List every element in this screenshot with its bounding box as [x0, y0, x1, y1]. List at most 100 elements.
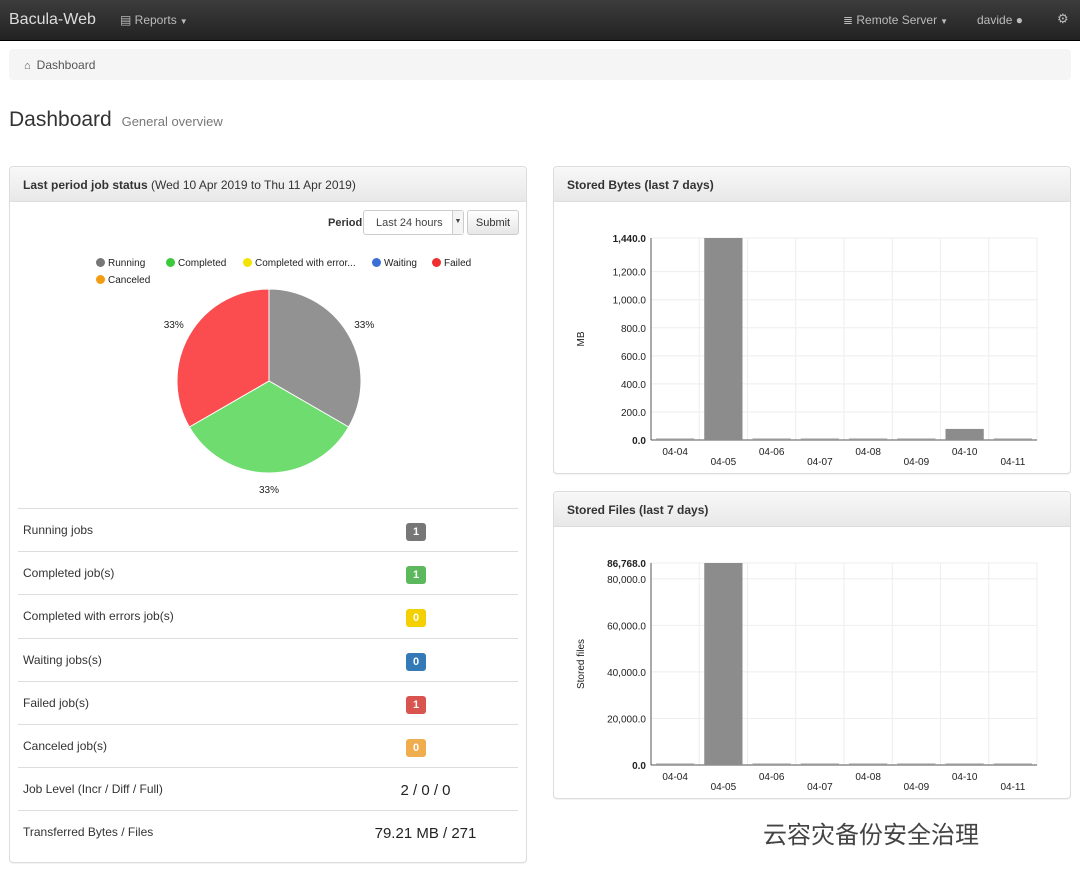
job-count-badge: 1	[406, 695, 426, 714]
bar-04-05[interactable]	[704, 563, 743, 765]
brand-logo[interactable]: Bacula-Web	[9, 11, 96, 29]
y-tick-label: 0.0	[632, 436, 646, 447]
transferred-row: Transferred Bytes / Files 79.21 MB / 271	[18, 810, 518, 853]
bar-04-11[interactable]	[993, 763, 1032, 766]
transferred-label: Transferred Bytes / Files	[23, 825, 154, 839]
stored-files-heading: Stored Files (last 7 days)	[554, 492, 1070, 527]
job-level-value: 2 / 0 / 0	[400, 782, 451, 799]
job-count-badge: 1	[406, 566, 426, 585]
pie-slice-label: 33%	[259, 485, 280, 496]
user-menu[interactable]: davide ●	[977, 13, 1023, 27]
breadcrumb-dashboard[interactable]: Dashboard	[37, 58, 96, 72]
user-label: davide	[977, 13, 1013, 27]
job-stat-label: Running jobs	[23, 523, 94, 537]
job-stat-row: Completed with errors job(s) 0	[18, 594, 518, 637]
bar-04-04[interactable]	[656, 438, 695, 441]
x-tick-label: 04-04	[662, 447, 688, 458]
job-count-badge: 1	[406, 523, 426, 541]
bar-04-10[interactable]	[945, 763, 984, 766]
y-tick-label: 1,000.0	[613, 296, 647, 307]
top-navbar: Bacula-Web ▤ Reports ▼ ≣ Remote Server ▼ d…	[0, 0, 1080, 41]
y-tick-label: 20,000.0	[607, 714, 646, 725]
bar-04-06[interactable]	[752, 763, 791, 766]
page-title: Dashboard General overview	[9, 108, 223, 132]
bar-04-10[interactable]	[945, 428, 984, 440]
job-stat-row: Canceled job(s) 0	[18, 724, 518, 767]
x-tick-label: 04-05	[711, 457, 737, 468]
y-tick-label: 40,000.0	[607, 668, 646, 679]
stored-files-panel: Stored Files (last 7 days) 86,768.0 80,00…	[553, 491, 1071, 799]
server-menu[interactable]: ≣ Remote Server ▼	[843, 13, 948, 27]
gear-icon[interactable]: ⚙	[1057, 11, 1069, 27]
stored-files-chart: 86,768.0 80,000.0 60,000.0 40,000.0 20,000.0…	[576, 559, 1038, 793]
x-tick-label: 04-06	[759, 447, 785, 458]
y-tick-label: 200.0	[621, 408, 646, 419]
job-count-badge: 0	[406, 652, 426, 671]
chevron-down-icon: ▼	[940, 17, 949, 26]
bar-04-04[interactable]	[656, 763, 695, 766]
job-stat-row: Waiting jobs(s) 0	[18, 637, 518, 681]
watermark-text: 云容灾备份安全治理	[763, 821, 979, 849]
breadcrumb: ⌂ Dashboard	[9, 49, 1071, 80]
job-stat-row: Failed job(s) 1	[18, 680, 518, 724]
y-axis-label: Stored files	[576, 639, 587, 689]
chevron-down-icon: ▼	[179, 17, 188, 26]
bar-04-08[interactable]	[849, 763, 888, 766]
x-tick-label: 04-06	[759, 772, 785, 783]
job-stat-label: Canceled job(s)	[23, 739, 108, 753]
server-label: Remote Server	[856, 13, 938, 27]
bar-04-08[interactable]	[849, 438, 888, 441]
y-axis-label: MB	[576, 331, 587, 346]
x-tick-label: 04-04	[662, 772, 688, 783]
job-count-badge: 0	[406, 609, 426, 628]
transferred-value: 79.21 MB / 271	[374, 825, 477, 842]
job-stat-label: Completed job(s)	[23, 566, 115, 581]
pie-slice-label: 33%	[354, 320, 375, 331]
job-count-badge: 0	[406, 739, 426, 757]
job-stat-label: Completed with errors job(s)	[23, 609, 174, 624]
y-tick-label: 0.0	[632, 761, 646, 772]
x-tick-label: 04-07	[807, 782, 833, 793]
y-tick-label: 80,000.0	[607, 575, 646, 586]
x-tick-label: 04-08	[855, 447, 881, 458]
bar-04-05[interactable]	[704, 238, 743, 440]
page-subtitle: General overview	[121, 114, 223, 129]
job-stat-row: Running jobs 1	[18, 508, 518, 551]
bar-04-07[interactable]	[800, 763, 839, 766]
job-status-panel: Last period job status (Wed 10 Apr 2019 …	[9, 166, 527, 863]
x-tick-label: 04-10	[952, 447, 978, 458]
y-tick-label: 600.0	[621, 352, 646, 363]
job-stat-label: Failed job(s)	[23, 695, 90, 710]
bar-04-11[interactable]	[993, 438, 1032, 441]
bar-04-06[interactable]	[752, 438, 791, 441]
job-level-row: Job Level (Incr / Diff / Full) 2 / 0 / 0	[18, 767, 518, 810]
bar-04-09[interactable]	[897, 763, 936, 766]
page-title-text: Dashboard	[9, 108, 112, 131]
bar-04-07[interactable]	[800, 438, 839, 441]
pie-slice-label: 33%	[163, 320, 184, 331]
x-tick-label: 04-05	[711, 782, 737, 793]
job-level-label: Job Level (Incr / Diff / Full)	[23, 782, 163, 796]
user-icon: ●	[1015, 13, 1023, 27]
y-tick-label: 86,768.0	[607, 559, 646, 570]
x-tick-label: 04-08	[855, 772, 881, 783]
y-tick-label: 800.0	[621, 324, 646, 335]
stored-bytes-panel: Stored Bytes (last 7 days) 1,440.0 1,200.…	[553, 166, 1071, 474]
x-tick-label: 04-09	[904, 782, 930, 793]
database-icon: ≣	[843, 13, 857, 27]
job-stat-label: Waiting jobs(s)	[23, 652, 102, 667]
stored-files-title: Stored Files (last 7 days)	[567, 503, 709, 517]
home-icon[interactable]: ⌂	[24, 60, 31, 72]
x-tick-label: 04-11	[1000, 782, 1025, 793]
stored-bytes-heading: Stored Bytes (last 7 days)	[554, 167, 1070, 202]
reports-menu[interactable]: ▤ Reports ▼	[120, 13, 188, 27]
x-tick-label: 04-07	[807, 457, 833, 468]
reports-label: Reports	[134, 13, 177, 27]
stored-bytes-chart: 1,440.0 1,200.0 1,000.0 800.0 600.0 400.0 200.…	[576, 234, 1038, 468]
y-tick-label: 400.0	[621, 380, 646, 391]
x-tick-label: 04-11	[1000, 457, 1025, 468]
bar-04-09[interactable]	[897, 438, 936, 441]
y-tick-label: 1,440.0	[613, 234, 647, 245]
job-status-pie-chart	[176, 288, 362, 474]
x-tick-label: 04-10	[952, 772, 978, 783]
